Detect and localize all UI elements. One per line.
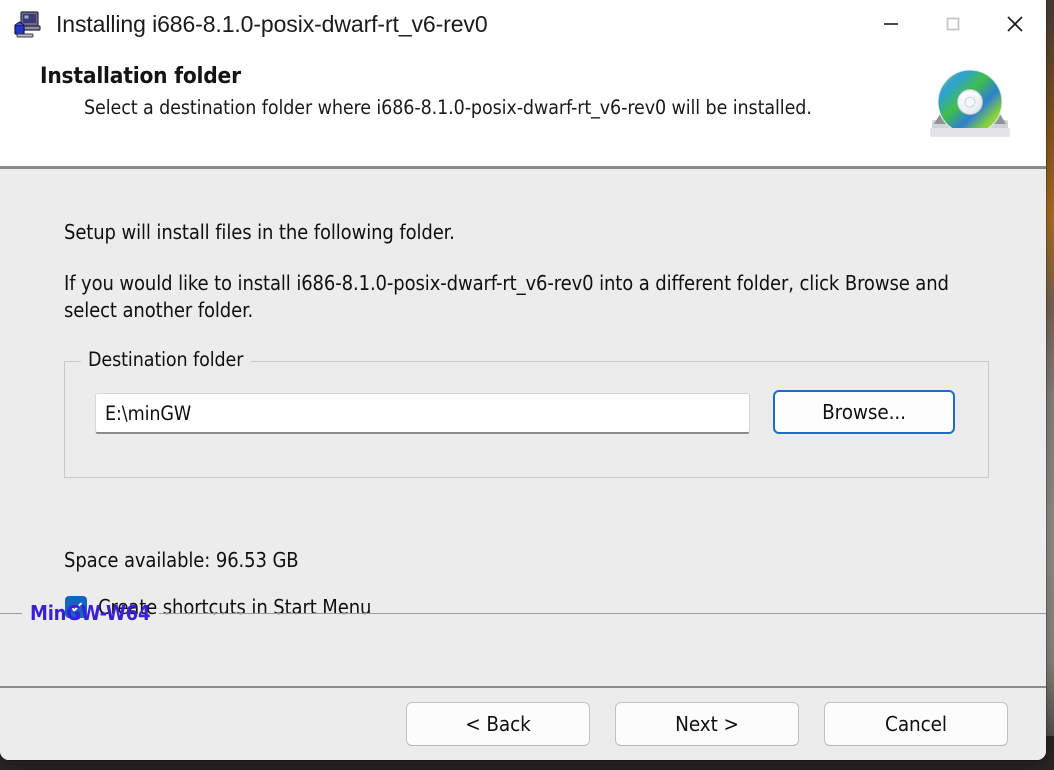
maximize-icon[interactable] [922,0,984,48]
cancel-button[interactable]: Cancel [824,702,1008,746]
window-controls [860,0,1046,48]
next-button-label: Next > [675,712,739,736]
back-button-label: < Back [465,712,531,736]
close-icon[interactable] [984,0,1046,48]
wizard-footer: < Back Next > Cancel [0,686,1046,760]
browse-button-label: Browse... [822,400,906,424]
intro-paragraph-1: Setup will install files in the followin… [64,220,455,244]
destination-folder-legend: Destination folder [81,348,251,371]
brand-separator-row: MinGW-W64 [0,601,1046,625]
wizard-header: Installation folder Select a destination… [0,48,1046,169]
wizard-body: Setup will install files in the followin… [0,169,1046,686]
back-button[interactable]: < Back [406,702,590,746]
next-button[interactable]: Next > [615,702,799,746]
cancel-button-label: Cancel [885,712,947,736]
minimize-icon[interactable] [860,0,922,48]
installer-window: Installing i686-8.1.0-posix-dwarf-rt_v6-… [0,0,1046,760]
space-available-text: Space available: 96.53 GB [64,548,299,572]
destination-path-input[interactable]: E:\minGW [95,393,750,434]
installer-computer-icon [11,8,43,40]
title-bar: Installing i686-8.1.0-posix-dwarf-rt_v6-… [0,0,1046,48]
brand-label: MinGW-W64 [30,601,151,625]
brand-rule-left [0,612,22,614]
cd-disc-icon [926,66,1014,146]
intro-paragraph-2: If you would like to install i686-8.1.0-… [64,271,949,323]
page-subtitle: Select a destination folder where i686-8… [84,96,812,119]
browse-button[interactable]: Browse... [773,390,955,434]
brand-rule-right [159,612,1046,614]
window-title: Installing i686-8.1.0-posix-dwarf-rt_v6-… [56,10,488,37]
destination-folder-group: Destination folder E:\minGW Browse... [64,348,989,478]
destination-path-value: E:\minGW [105,401,192,425]
page-title: Installation folder [40,63,241,89]
